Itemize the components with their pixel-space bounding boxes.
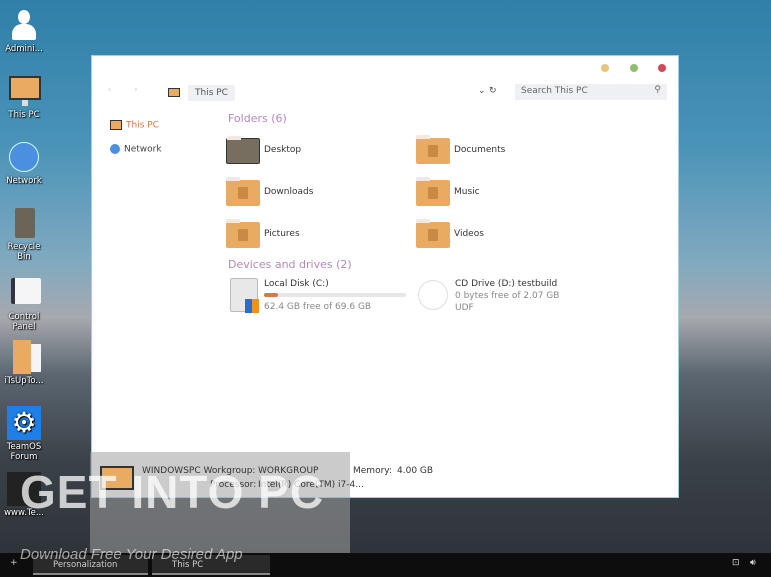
volume-icon[interactable]: 🔊︎ [750, 558, 756, 568]
maximize-button[interactable] [630, 64, 638, 72]
videos-folder-icon [416, 219, 450, 248]
file-explorer-window: ‹ › This PC ⌄ ↻ Search This PC ⚲ This PC … [91, 55, 679, 498]
breadcrumb[interactable]: This PC [188, 85, 235, 101]
downloads-folder-icon [226, 177, 260, 206]
drive-c-name[interactable]: Local Disk (C:) [264, 279, 329, 289]
documents-folder-icon [416, 135, 450, 164]
monitor-icon [110, 120, 122, 130]
drive-d-fs: UDF [455, 303, 474, 313]
watermark-tagline: Download Free Your Desired App [20, 546, 243, 563]
music-folder-icon [416, 177, 450, 206]
recycle-bin-icon [7, 206, 41, 240]
back-button[interactable]: ‹ [108, 85, 112, 95]
refresh-icon[interactable]: ↻ [489, 86, 497, 96]
folder-music[interactable]: Music [416, 177, 596, 206]
user-icon [7, 8, 41, 42]
folder-icon [7, 340, 41, 374]
control-panel-icon [7, 276, 41, 310]
desktop-folder-icon [226, 136, 260, 164]
watermark-logo: GET INTO PC [20, 466, 325, 518]
search-input[interactable]: Search This PC ⚲ [515, 84, 667, 100]
folder-desktop[interactable]: Desktop [226, 136, 406, 164]
desktop-icon-admin[interactable]: Admini... [2, 8, 46, 54]
cd-drive-icon[interactable] [418, 280, 448, 310]
folder-documents[interactable]: Documents [416, 135, 596, 164]
drive-d-name[interactable]: CD Drive (D:) testbuild [455, 279, 557, 289]
sidebar-item-network[interactable]: Network [110, 144, 162, 155]
monitor-icon [168, 88, 180, 97]
network-tray-icon[interactable]: ⊡ [732, 558, 740, 568]
gear-icon: ⚙ [7, 406, 41, 440]
folder-pictures[interactable]: Pictures [226, 219, 406, 248]
network-globe-icon [7, 140, 41, 174]
desktop-icon-teamos[interactable]: ⚙ TeamOS Forum [2, 406, 46, 462]
folders-heading: Folders (6) [228, 112, 287, 125]
desktop-icon-folder[interactable]: iTsUpTo... [2, 340, 46, 386]
desktop-icon-network[interactable]: Network [2, 140, 46, 186]
start-button[interactable]: + [10, 558, 18, 568]
forward-button[interactable]: › [134, 85, 138, 95]
drive-c-detail: 62.4 GB free of 69.6 GB [264, 302, 372, 312]
memory-value: 4.00 GB [397, 466, 434, 476]
folder-downloads[interactable]: Downloads [226, 177, 406, 206]
drive-d-detail: 0 bytes free of 2.07 GB [455, 291, 560, 301]
monitor-icon [7, 74, 41, 108]
drive-c-usage-bar [264, 293, 406, 297]
pictures-folder-icon [226, 219, 260, 248]
desktop-icon-recycle-bin[interactable]: Recycle Bin [2, 206, 46, 262]
memory-label: Memory: [353, 466, 392, 476]
hard-disk-icon[interactable] [230, 278, 259, 313]
folder-videos[interactable]: Videos [416, 219, 596, 248]
network-globe-icon [110, 144, 120, 154]
sidebar-item-this-pc[interactable]: This PC [110, 120, 159, 131]
desktop-icon-this-pc[interactable]: This PC [2, 74, 46, 120]
chevron-down-icon[interactable]: ⌄ [478, 86, 486, 96]
minimize-button[interactable] [601, 64, 609, 72]
search-icon: ⚲ [654, 85, 661, 95]
drives-heading: Devices and drives (2) [228, 258, 352, 271]
desktop-icon-control-panel[interactable]: Control Panel [2, 276, 46, 332]
close-button[interactable] [658, 64, 666, 72]
